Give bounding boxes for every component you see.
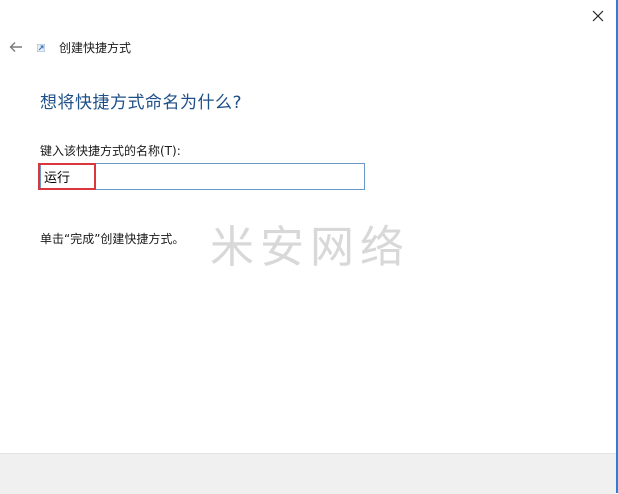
- close-button[interactable]: [586, 4, 610, 28]
- window-title: 创建快捷方式: [59, 41, 132, 55]
- close-icon: [592, 10, 604, 22]
- page-heading: 想将快捷方式命名为什么?: [40, 93, 243, 113]
- button-footer-bar: [0, 453, 616, 494]
- finish-hint-text: 单击“完成”创建快捷方式。: [40, 232, 185, 246]
- watermark: 米安网络: [210, 222, 410, 273]
- back-button[interactable]: [6, 37, 26, 57]
- shortcut-name-input[interactable]: [40, 163, 365, 190]
- create-shortcut-window: 创建快捷方式 想将快捷方式命名为什么? 键入该快捷方式的名称(T): 单击“完成…: [0, 0, 617, 494]
- shortcut-name-label: 键入该快捷方式的名称(T):: [40, 144, 181, 158]
- shortcut-app-icon: [37, 44, 45, 52]
- back-arrow-icon: [9, 42, 22, 52]
